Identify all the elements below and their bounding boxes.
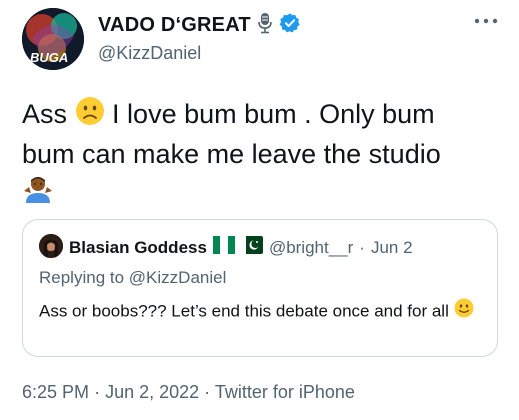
quoted-handle[interactable]: @bright__r bbox=[269, 238, 353, 258]
verified-badge-icon[interactable] bbox=[279, 12, 301, 39]
microphone-icon bbox=[257, 12, 273, 39]
quoted-text-body: Ass or boobs??? Let’s end this debate on… bbox=[39, 301, 449, 321]
tweet-text-part1: Ass bbox=[22, 99, 68, 130]
frowning-face-emoji-icon bbox=[75, 96, 105, 136]
tweet-source[interactable]: Twitter for iPhone bbox=[215, 382, 355, 402]
avatar-logo-text: BUGA bbox=[30, 50, 68, 65]
author-name-row: VADO D‘GREAT bbox=[98, 12, 301, 39]
replying-to-label: Replying to bbox=[39, 268, 125, 287]
tweet-footer: 6:25 PM · Jun 2, 2022 · Twitter for iPho… bbox=[22, 382, 355, 403]
quoted-tweet-text: Ass or boobs??? Let’s end this debate on… bbox=[39, 298, 479, 326]
pakistan-flag-icon bbox=[240, 236, 263, 259]
footer-separator-2: · bbox=[204, 382, 211, 402]
tweet-text: Ass I love bum bum . Only bum bum can ma… bbox=[22, 96, 492, 215]
avatar-image: BUGA bbox=[22, 8, 84, 70]
person-shrugging-emoji-icon bbox=[22, 173, 54, 215]
tweet-time[interactable]: 6:25 PM bbox=[22, 382, 89, 402]
author-display-name[interactable]: VADO D‘GREAT bbox=[98, 14, 251, 37]
quoted-display-name[interactable]: Blasian Goddess bbox=[69, 238, 207, 258]
author-avatar[interactable]: BUGA bbox=[22, 8, 84, 70]
footer-separator-1: · bbox=[94, 382, 101, 402]
replying-to-handle[interactable]: @KizzDaniel bbox=[129, 268, 227, 287]
slightly-smiling-face-emoji-icon bbox=[454, 298, 474, 326]
quoted-author-avatar[interactable] bbox=[39, 234, 63, 258]
quoted-separator: · bbox=[359, 237, 365, 257]
quoted-header: Blasian Goddess @bright__r · Jun 2 bbox=[69, 236, 413, 259]
author-handle[interactable]: @KizzDaniel bbox=[98, 43, 201, 64]
replying-to-line: Replying to @KizzDaniel bbox=[39, 268, 226, 288]
more-options-icon[interactable] bbox=[473, 14, 499, 26]
quoted-tweet-card[interactable]: Blasian Goddess @bright__r · Jun 2 Reply… bbox=[22, 219, 498, 357]
tweet-date[interactable]: Jun 2, 2022 bbox=[105, 382, 199, 402]
quoted-date[interactable]: Jun 2 bbox=[371, 238, 413, 258]
nigeria-flag-icon bbox=[212, 236, 235, 259]
